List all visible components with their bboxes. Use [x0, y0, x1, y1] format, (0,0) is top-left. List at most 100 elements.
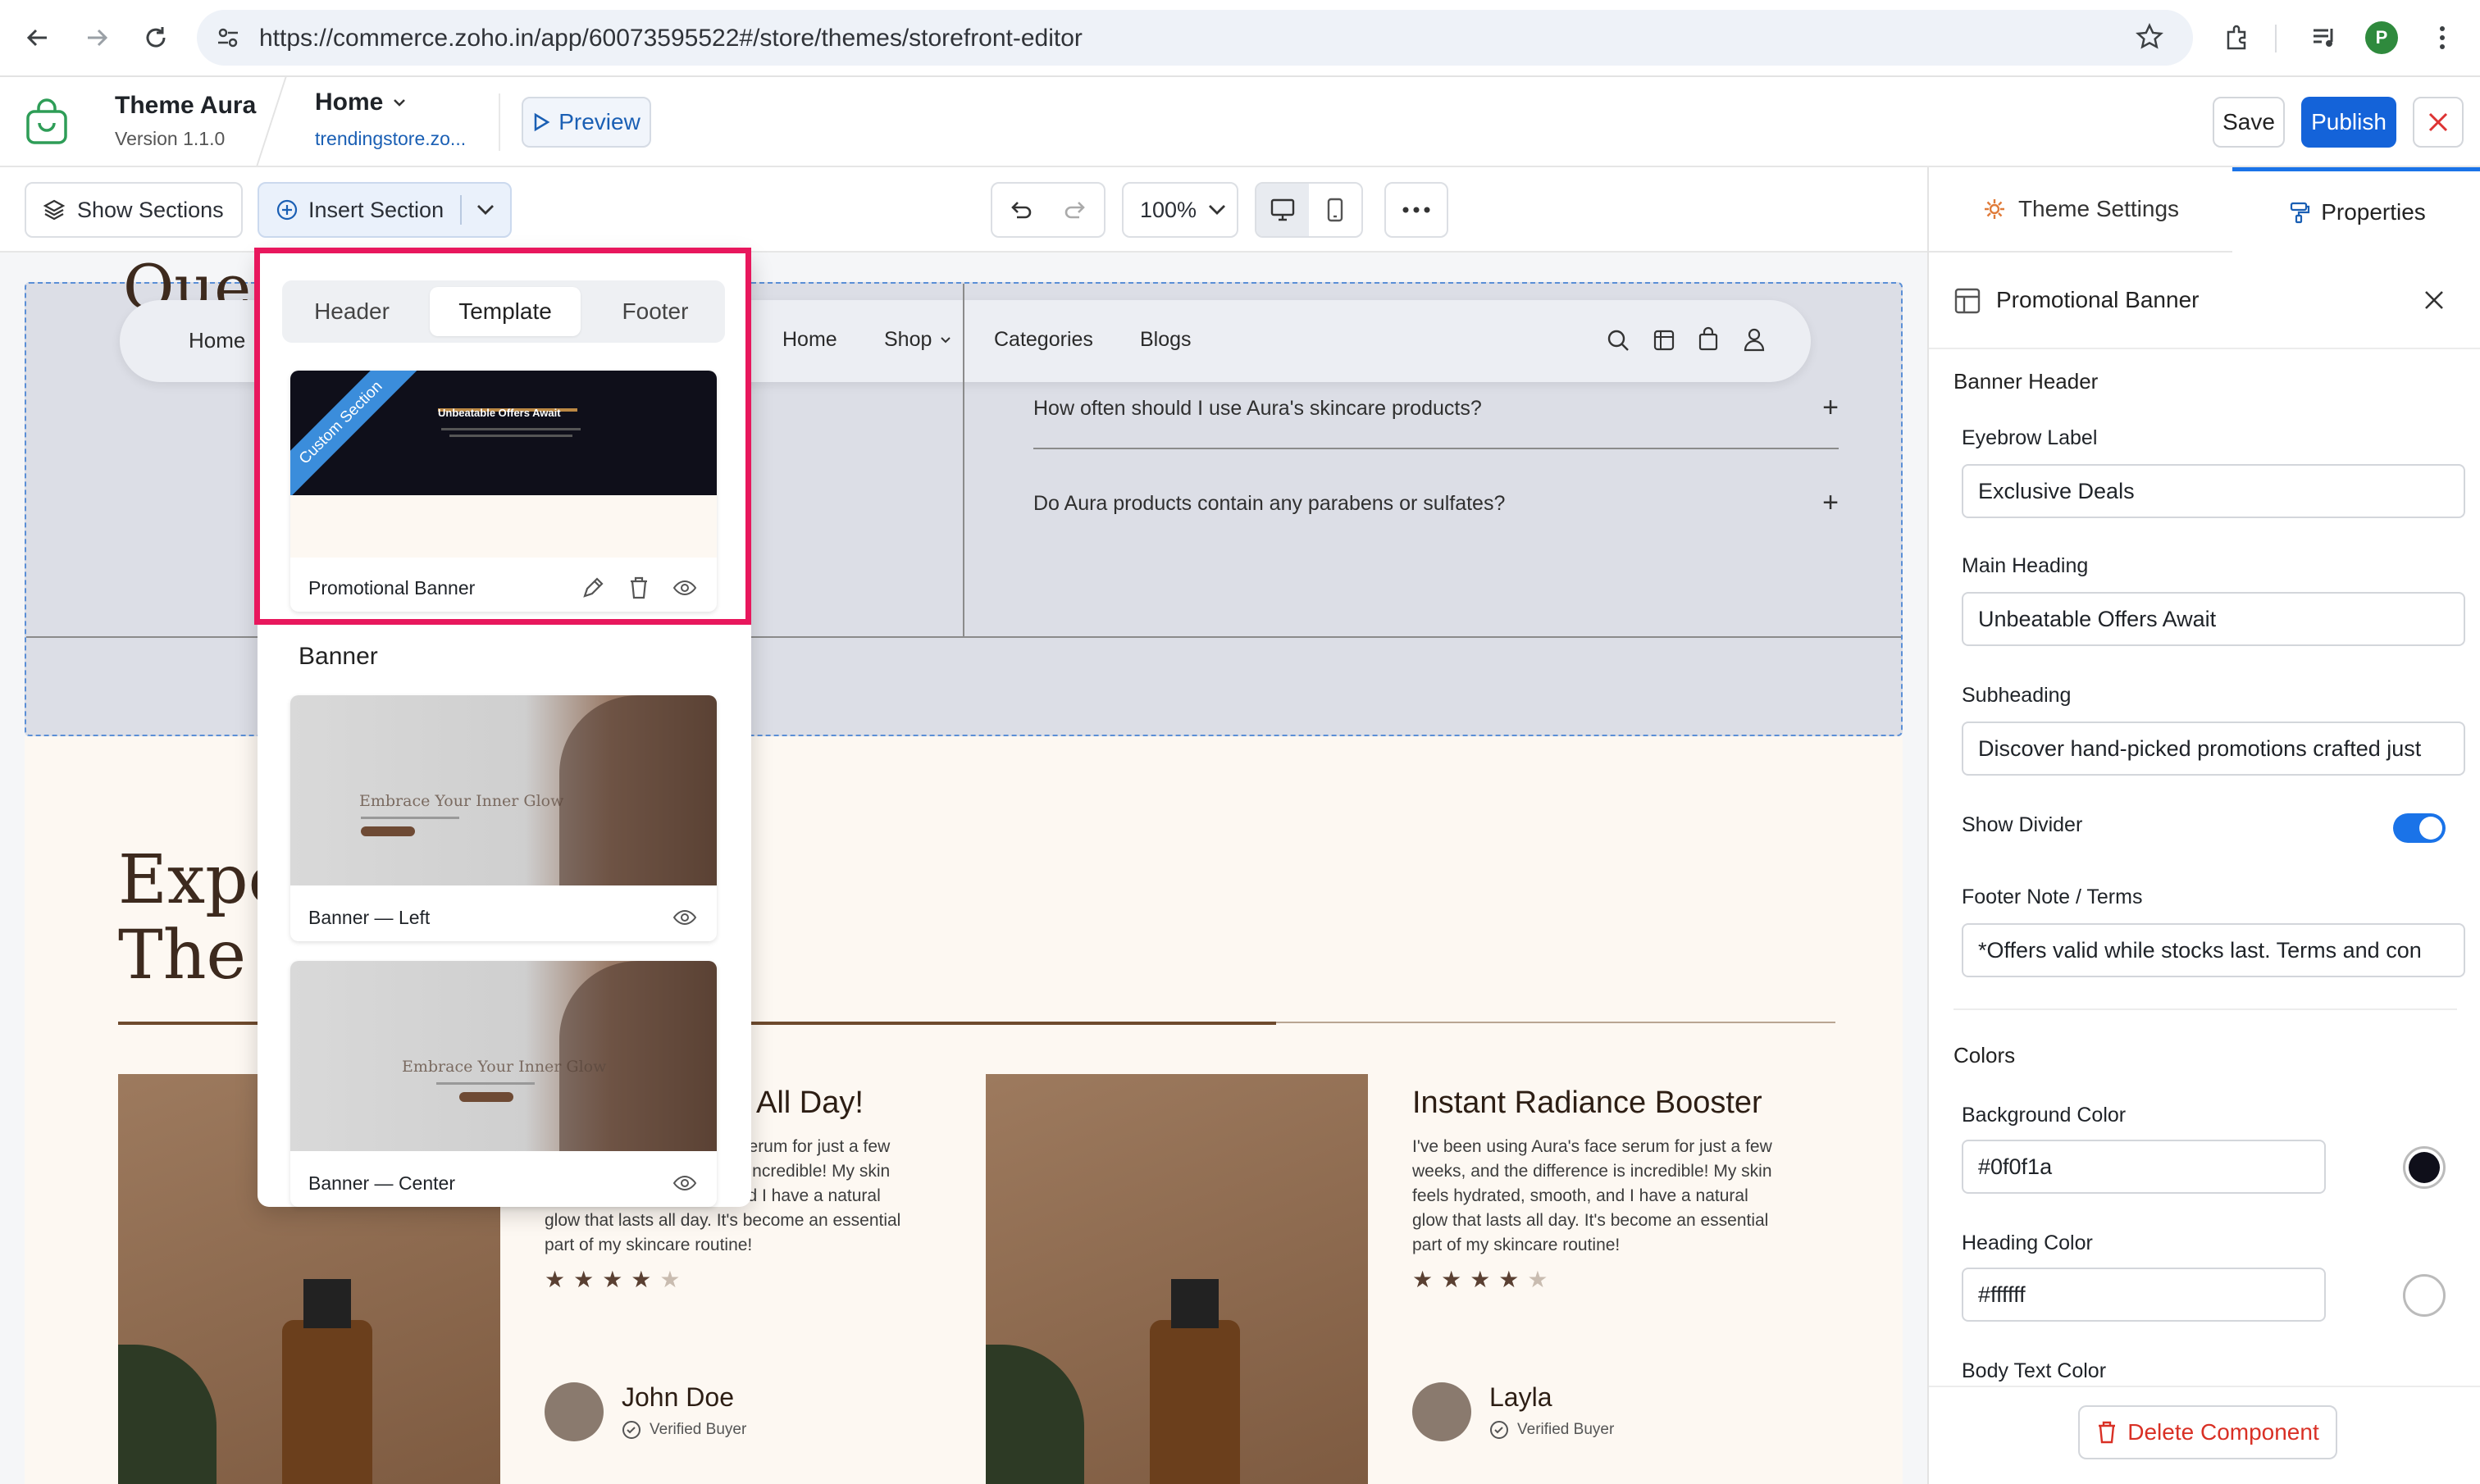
chevron-down-icon	[394, 99, 406, 107]
main-heading-input[interactable]: Unbeatable Offers Await	[1962, 592, 2465, 646]
bookmark-star-icon[interactable]	[2136, 23, 2163, 51]
faq-item[interactable]: Do Aura products contain any parabens or…	[1033, 480, 1839, 533]
card-label: Banner — Left	[308, 907, 431, 928]
publish-button[interactable]: Publish	[2301, 97, 2396, 148]
redo-icon[interactable]	[1048, 199, 1104, 221]
testimonial-title: Instant Radiance Booster	[1412, 1086, 1762, 1120]
insert-section-button[interactable]: Insert Section	[258, 182, 512, 238]
toggle-knob	[2419, 817, 2442, 840]
verified-label: Verified Buyer	[650, 1421, 747, 1438]
eyebrow-input[interactable]: Exclusive Deals	[1962, 464, 2465, 518]
highlight-box	[254, 248, 751, 625]
breadcrumb-separator	[256, 77, 287, 166]
star-icon: ★★★★	[1412, 1267, 1528, 1292]
nav-shop-label: Shop	[884, 328, 932, 351]
store-link[interactable]: trendingstore.zo...	[315, 128, 466, 150]
main-heading-label: Main Heading	[1962, 554, 2089, 577]
show-divider-toggle[interactable]	[2393, 813, 2446, 843]
component-icon	[1953, 287, 1981, 315]
cart-icon[interactable]	[1696, 326, 1721, 353]
star-rating: ★★★★★	[1412, 1266, 1557, 1293]
reload-icon[interactable]	[133, 15, 179, 61]
verified-badge: Verified Buyer	[1489, 1420, 1614, 1440]
more-options-icon[interactable]	[1384, 182, 1448, 238]
bg-color-input[interactable]: #0f0f1a	[1962, 1140, 2326, 1194]
search-icon[interactable]	[1606, 328, 1630, 353]
faq-column-divider	[963, 284, 964, 636]
tab-properties[interactable]: Properties	[2232, 167, 2480, 253]
theme-name: Theme Aura	[115, 92, 257, 119]
chevron-down-icon	[477, 205, 495, 215]
banner-left-card[interactable]: Embrace Your Inner Glow Banner — Left	[290, 695, 717, 941]
tab-theme-settings[interactable]: Theme Settings	[1929, 167, 2232, 253]
show-sections-button[interactable]: Show Sections	[25, 182, 243, 238]
body-text-color-label: Body Text Color	[1962, 1359, 2107, 1382]
star-empty-icon: ★	[1527, 1267, 1557, 1292]
delete-component-button[interactable]: Delete Component	[2078, 1405, 2337, 1459]
panel-footer: Delete Component	[1929, 1386, 2480, 1484]
page-name: Home	[315, 89, 384, 116]
save-button[interactable]: Save	[2213, 97, 2285, 148]
heading-color-swatch[interactable]	[2403, 1274, 2446, 1317]
desktop-view-icon[interactable]	[1256, 184, 1309, 236]
forward-icon[interactable]	[74, 15, 120, 61]
verified-label: Verified Buyer	[1517, 1421, 1615, 1438]
account-icon[interactable]	[1742, 326, 1767, 353]
star-empty-icon: ★	[659, 1267, 689, 1292]
eye-icon[interactable]	[672, 908, 697, 926]
add-circle-icon	[276, 199, 298, 221]
subheading-input[interactable]: Discover hand-picked promotions crafted …	[1962, 722, 2465, 776]
subheading-label: Subheading	[1962, 684, 2072, 707]
undo-redo-group	[991, 182, 1106, 238]
split-divider	[460, 195, 463, 225]
faq-question: Do Aura products contain any parabens or…	[1033, 492, 1506, 515]
preview-button[interactable]: Preview	[522, 97, 651, 148]
nav-home[interactable]: Home	[782, 328, 837, 352]
site-settings-icon[interactable]	[215, 25, 241, 51]
leaf-decoration	[986, 1345, 1084, 1484]
nav-shop[interactable]: Shop	[884, 328, 951, 352]
close-icon	[2428, 112, 2448, 132]
nav-home-left[interactable]: Home	[189, 328, 245, 353]
address-bar[interactable]: https://commerce.zoho.in/app/60073595522…	[197, 10, 2193, 66]
banner-center-card[interactable]: Embrace Your Inner Glow Banner — Center	[290, 961, 717, 1207]
play-icon	[534, 112, 550, 132]
gear-icon	[1984, 199, 2004, 219]
tab-theme-settings-label: Theme Settings	[2017, 196, 2180, 221]
back-icon[interactable]	[15, 15, 61, 61]
footer-note-label: Footer Note / Terms	[1962, 885, 2143, 908]
nav-blogs[interactable]: Blogs	[1140, 328, 1192, 352]
serum-bottle	[1150, 1320, 1240, 1484]
preview-label: Preview	[558, 109, 641, 134]
footer-note-input[interactable]: *Offers valid while stocks last. Terms a…	[1962, 923, 2465, 977]
testimonial-line: glow that lasts all day. It's become an …	[545, 1211, 901, 1230]
reviewer-name: John Doe	[622, 1382, 734, 1412]
wishlist-icon[interactable]	[1652, 328, 1676, 353]
extensions-icon[interactable]	[2214, 15, 2260, 61]
nav-categories[interactable]: Categories	[994, 328, 1093, 352]
browser-menu-icon[interactable]	[2419, 15, 2465, 61]
product-image	[986, 1074, 1368, 1484]
mobile-view-icon[interactable]	[1309, 198, 1361, 222]
close-panel-icon[interactable]	[2423, 289, 2446, 312]
theme-version: Version 1.1.0	[115, 128, 226, 149]
faq-item[interactable]: How often should I use Aura's skincare p…	[1033, 385, 1839, 438]
undo-icon[interactable]	[992, 199, 1048, 221]
expand-plus-icon[interactable]: +	[1822, 392, 1839, 424]
faq-divider	[1033, 448, 1839, 449]
section-rule	[1276, 1022, 1835, 1023]
save-label: Save	[2222, 109, 2275, 134]
section-header: Banner Header	[1953, 369, 2099, 394]
bg-color-swatch[interactable]	[2403, 1146, 2446, 1189]
media-controls-icon[interactable]	[2301, 15, 2347, 61]
eye-icon[interactable]	[672, 1174, 697, 1192]
chrome-divider	[2275, 25, 2277, 52]
profile-avatar[interactable]: P	[2365, 21, 2398, 54]
testimonial-line: weeks, and the difference is incredible!…	[1412, 1162, 1772, 1181]
close-editor-button[interactable]	[2413, 97, 2464, 148]
zoom-select[interactable]: 100%	[1122, 182, 1238, 238]
expand-plus-icon[interactable]: +	[1822, 487, 1839, 519]
page-selector[interactable]: Home	[315, 89, 406, 116]
store-logo-icon[interactable]	[23, 98, 71, 146]
heading-color-input[interactable]: #ffffff	[1962, 1268, 2326, 1322]
